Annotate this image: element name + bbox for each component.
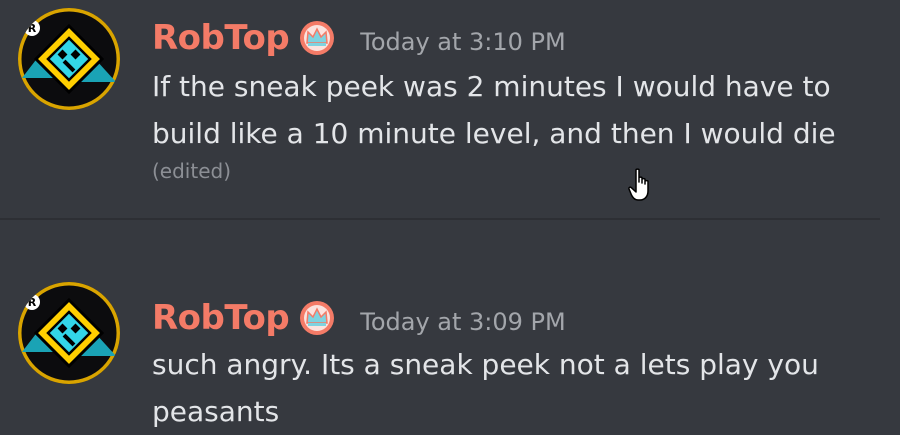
geometry-dash-cube-icon: R [18, 8, 120, 110]
author-name[interactable]: RobTop [152, 295, 290, 341]
timestamp: Today at 3:09 PM [360, 308, 566, 336]
hand-cursor-icon [628, 168, 654, 202]
timestamp: Today at 3:10 PM [360, 28, 566, 56]
crown-icon[interactable] [298, 19, 336, 57]
message-header: RobTop Today at 3:09 PM [152, 295, 566, 341]
svg-text:R: R [28, 22, 37, 35]
message-item[interactable]: R RobTop Today at 3:09 PM such angry. It… [0, 228, 900, 432]
geometry-dash-cube-icon: R [18, 282, 120, 384]
svg-text:R: R [28, 296, 37, 309]
message-header: RobTop Today at 3:10 PM [152, 15, 566, 61]
message-content: If the sneak peek was 2 minutes I would … [152, 70, 836, 150]
avatar[interactable]: R [18, 282, 120, 384]
message-content: such angry. Its a sneak peek not a lets … [152, 348, 819, 428]
author-name[interactable]: RobTop [152, 15, 290, 61]
edited-label: (edited) [152, 159, 232, 183]
message-divider [0, 218, 880, 220]
message-item[interactable]: R RobTop Today at 3:10 PM If the sneak p… [0, 0, 900, 216]
avatar[interactable]: R [18, 8, 120, 110]
crown-icon[interactable] [298, 299, 336, 337]
